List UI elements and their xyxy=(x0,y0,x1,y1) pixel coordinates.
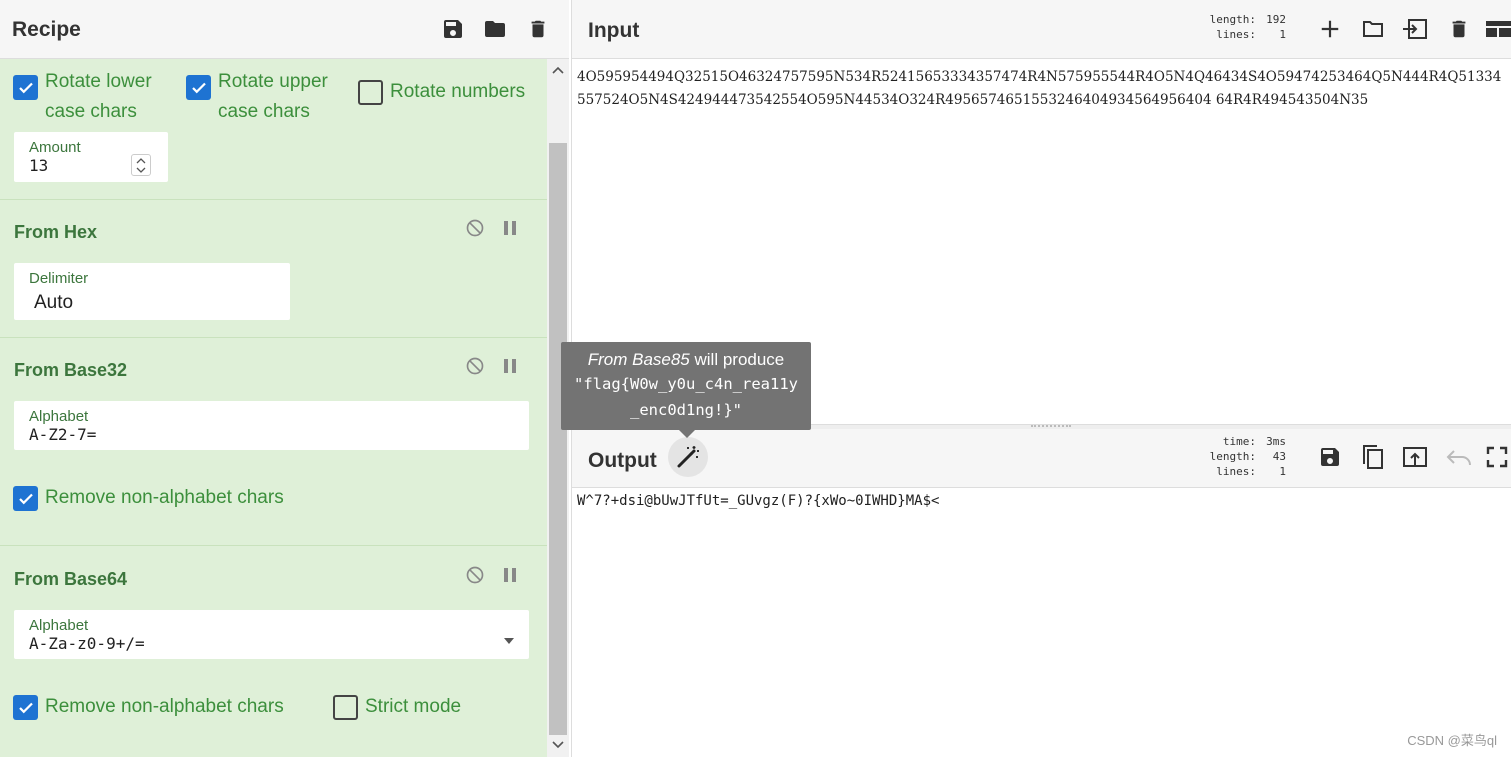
alphabet-field[interactable]: Alphabet A-Z2-7= xyxy=(14,401,529,450)
amount-value: 13 xyxy=(29,156,49,175)
stepper-down-icon xyxy=(136,167,146,173)
save-recipe-icon[interactable] xyxy=(438,14,468,44)
alphabet-label: Alphabet xyxy=(29,617,89,634)
operation-from-base64: From Base64 Alphabet A-Za-z0-9+/= Remove… xyxy=(0,546,547,757)
strict-mode-checkbox[interactable]: Strict mode xyxy=(333,692,461,722)
magic-suggestion-tooltip: From Base85 will produce "flag{W0w_y0u_c… xyxy=(561,342,811,438)
disable-operation-icon[interactable] xyxy=(464,217,486,239)
output-stats: time: 3ms length: 43 lines: 1 xyxy=(1209,435,1286,478)
input-length: 192 xyxy=(1266,13,1286,26)
checkbox-label: Rotate upper xyxy=(218,71,328,92)
alphabet-select[interactable]: Alphabet A-Za-z0-9+/= xyxy=(14,610,529,659)
pause-operation-icon[interactable] xyxy=(499,355,521,377)
operation-title: From Base32 xyxy=(14,360,128,380)
amount-stepper[interactable] xyxy=(131,154,151,176)
delimiter-field[interactable]: Delimiter Auto xyxy=(14,263,290,320)
alphabet-value: A-Za-z0-9+/= xyxy=(29,634,145,653)
magic-wand-icon xyxy=(677,446,699,468)
input-header: Input length: 192 lines: 1 xyxy=(572,0,1511,59)
delimiter-value: Auto xyxy=(34,292,74,313)
replace-input-with-output-icon[interactable] xyxy=(1400,442,1430,472)
checkbox-label: case chars xyxy=(218,101,310,122)
layout-reset-icon[interactable] xyxy=(1484,14,1511,44)
alphabet-label: Alphabet xyxy=(29,408,89,425)
disable-operation-icon[interactable] xyxy=(464,564,486,586)
disable-operation-icon[interactable] xyxy=(464,355,486,377)
tooltip-suffix: will produce xyxy=(694,350,785,369)
output-header: Output time: 3ms length: 43 lines: 1 xyxy=(572,429,1511,488)
checkbox-label: Strict mode xyxy=(365,696,462,717)
resize-grip-icon[interactable] xyxy=(1031,425,1071,428)
load-recipe-folder-icon[interactable] xyxy=(480,14,510,44)
output-title: Output xyxy=(588,449,657,472)
rotate-numbers-checkbox[interactable]: Rotate numbers xyxy=(358,77,525,107)
rotate-lower-checkbox[interactable]: Rotate lower case chars xyxy=(13,67,152,127)
tooltip-result: "flag{W0w_y0u_c4n_rea11y_enc0d1ng!}" xyxy=(574,375,798,419)
operation-title: From Hex xyxy=(14,222,98,242)
checkbox-label: Rotate lower xyxy=(45,71,152,92)
recipe-operations-list: Rotate lower case chars Rotate upper cas… xyxy=(0,59,547,757)
recipe-header: Recipe xyxy=(0,0,569,59)
rotate-upper-checkbox[interactable]: Rotate upper case chars xyxy=(186,67,328,127)
operation-from-base32: From Base32 Alphabet A-Z2-7= Remove non-… xyxy=(0,338,547,546)
checkbox-label: Remove non-alphabet chars xyxy=(45,696,284,717)
checkbox-checked-icon xyxy=(13,695,38,720)
remove-non-alphabet-checkbox[interactable]: Remove non-alphabet chars xyxy=(13,692,284,722)
remove-non-alphabet-checkbox[interactable]: Remove non-alphabet chars xyxy=(13,483,284,513)
scroll-up-icon[interactable] xyxy=(550,62,566,78)
add-input-tab-icon[interactable] xyxy=(1315,14,1345,44)
recipe-pane: Recipe Rotate lower case chars Rotate up… xyxy=(0,0,569,757)
alphabet-value: A-Z2-7= xyxy=(29,425,97,444)
checkbox-label: Remove non-alphabet chars xyxy=(45,487,284,508)
amount-field[interactable]: Amount 13 xyxy=(14,132,168,182)
output-length: 43 xyxy=(1272,450,1286,463)
checkbox-label: Rotate numbers xyxy=(390,81,526,102)
copy-output-icon[interactable] xyxy=(1358,442,1388,472)
checkbox-label: case chars xyxy=(45,101,137,122)
dropdown-caret-icon[interactable] xyxy=(504,631,514,649)
delimiter-label: Delimiter xyxy=(29,270,89,287)
load-input-icon[interactable] xyxy=(1400,14,1430,44)
output-pane: Output time: 3ms length: 43 lines: 1 W^7… xyxy=(571,429,1511,757)
operation-from-hex: From Hex Delimiter Auto xyxy=(0,200,547,338)
tooltip-operation-name: From Base85 xyxy=(587,350,690,369)
operation-title: From Base64 xyxy=(14,569,128,589)
input-title: Input xyxy=(588,19,640,42)
save-output-icon[interactable] xyxy=(1315,442,1345,472)
clear-input-trash-icon[interactable] xyxy=(1444,14,1474,44)
open-file-folder-icon[interactable] xyxy=(1358,14,1388,44)
maximise-output-icon[interactable] xyxy=(1486,442,1511,472)
input-textarea[interactable]: 4O595954494Q32515O46324757595N534R524156… xyxy=(577,66,1507,112)
stepper-up-icon xyxy=(136,157,146,163)
magic-wand-button[interactable] xyxy=(668,437,708,477)
checkbox-unchecked-icon xyxy=(333,695,358,720)
pause-operation-icon[interactable] xyxy=(499,217,521,239)
watermark: CSDN @菜鸟ql xyxy=(1407,733,1497,748)
output-lines: 1 xyxy=(1279,465,1286,478)
operation-rot13: Rotate lower case chars Rotate upper cas… xyxy=(0,59,547,200)
checkbox-checked-icon xyxy=(13,486,38,511)
undo-icon[interactable] xyxy=(1444,442,1474,472)
output-time: 3ms xyxy=(1266,435,1286,448)
input-stats: length: 192 lines: 1 xyxy=(1209,13,1286,41)
input-lines: 1 xyxy=(1279,28,1286,41)
tooltip-arrow xyxy=(679,430,695,438)
checkbox-unchecked-icon xyxy=(358,80,383,105)
checkbox-checked-icon xyxy=(13,75,38,100)
amount-label: Amount xyxy=(29,139,81,156)
clear-recipe-trash-icon[interactable] xyxy=(523,14,553,44)
recipe-title: Recipe xyxy=(12,18,81,41)
scroll-down-icon[interactable] xyxy=(550,737,566,753)
scroll-thumb[interactable] xyxy=(549,143,567,735)
checkbox-checked-icon xyxy=(186,75,211,100)
output-text[interactable]: W^7?+dsi@bUwJTfUt=_GUvgz(F)?{xWo~0IWHD}M… xyxy=(577,493,939,509)
pause-operation-icon[interactable] xyxy=(499,564,521,586)
